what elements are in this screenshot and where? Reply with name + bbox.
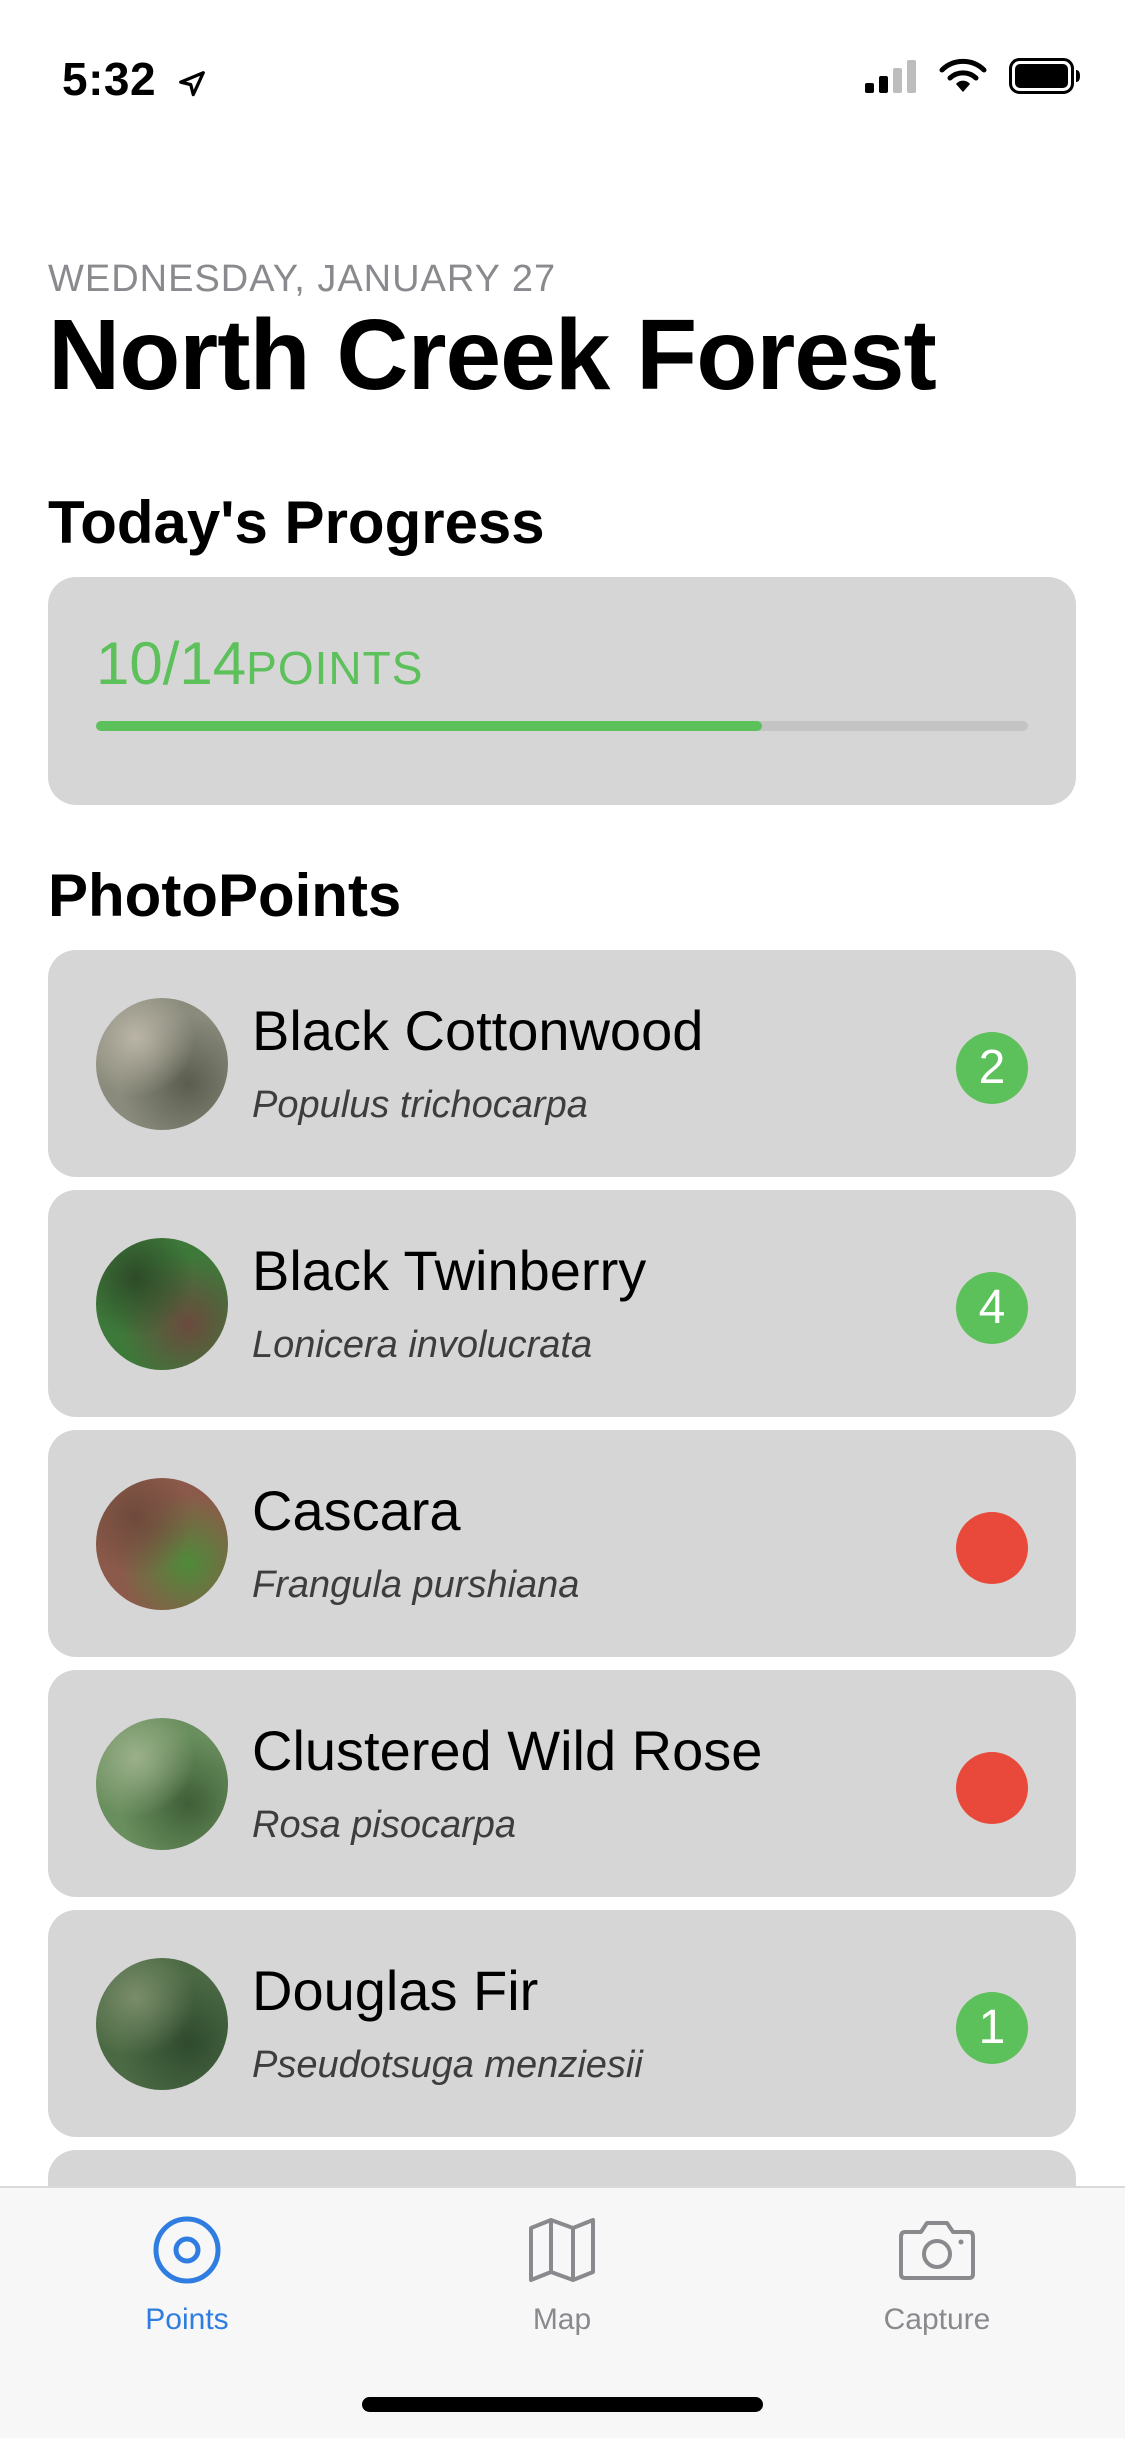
- progress-unit: POINTS: [246, 642, 424, 694]
- page-title: North Creek Forest: [48, 299, 937, 411]
- status-icons: [865, 58, 1081, 99]
- photopoint-thumbnail: [96, 1478, 228, 1610]
- progress-text: 10/14POINTS: [96, 629, 423, 698]
- tab-capture-label: Capture: [883, 2303, 991, 2336]
- photopoint-scientific-name: Pseudotsuga menziesii: [252, 2044, 643, 2086]
- photopoint-scientific-name: Lonicera involucrata: [252, 1324, 593, 1366]
- wifi-icon: [939, 58, 987, 99]
- battery-icon: [1009, 58, 1081, 99]
- progress-card: 10/14POINTS: [48, 577, 1076, 805]
- home-indicator[interactable]: [362, 2397, 763, 2412]
- status-time: 5:32: [62, 52, 207, 110]
- tab-points-label: Points: [145, 2303, 229, 2336]
- photopoint-status-badge: [956, 1512, 1028, 1584]
- photopoint-thumbnail: [96, 1718, 228, 1850]
- camera-icon: [837, 2214, 1037, 2291]
- location-arrow-icon: [177, 56, 207, 110]
- photopoint-card[interactable]: Cascara Frangula purshiana: [48, 1430, 1076, 1657]
- tab-map-label: Map: [532, 2303, 592, 2336]
- photopoint-common-name: Cascara: [252, 1479, 461, 1542]
- progress-bar-fill: [96, 721, 762, 731]
- progress-section-title: Today's Progress: [48, 489, 545, 556]
- tab-map[interactable]: Map: [462, 2214, 662, 2337]
- photopoints-section-title: PhotoPoints: [48, 862, 402, 929]
- photopoint-scientific-name: Frangula purshiana: [252, 1564, 580, 1606]
- photopoint-card[interactable]: Clustered Wild Rose Rosa pisocarpa: [48, 1670, 1076, 1897]
- photopoint-card[interactable]: Black Cottonwood Populus trichocarpa 2: [48, 950, 1076, 1177]
- target-circle-icon: [87, 2214, 287, 2291]
- photopoint-common-name: Douglas Fir: [252, 1959, 539, 2022]
- cellular-signal-icon: [865, 59, 917, 98]
- photopoint-scientific-name: Populus trichocarpa: [252, 1084, 588, 1126]
- photopoint-scientific-name: Rosa pisocarpa: [252, 1804, 517, 1846]
- photopoint-status-badge: 2: [956, 1032, 1028, 1104]
- photopoint-thumbnail: [96, 1238, 228, 1370]
- progress-bar: [96, 721, 1028, 731]
- tab-points[interactable]: Points: [87, 2214, 287, 2337]
- photopoint-status-badge: 1: [956, 1992, 1028, 2064]
- photopoints-list: Black Cottonwood Populus trichocarpa 2 Blac…: [48, 950, 1076, 2390]
- photopoint-status-badge: 4: [956, 1272, 1028, 1344]
- photopoint-common-name: Black Cottonwood: [252, 999, 704, 1062]
- photopoint-card[interactable]: Black Twinberry Lonicera involucrata 4: [48, 1190, 1076, 1417]
- photopoint-thumbnail: [96, 1958, 228, 2090]
- photopoint-thumbnail: [96, 998, 228, 1130]
- photopoint-common-name: Clustered Wild Rose: [252, 1719, 763, 1782]
- tab-capture[interactable]: Capture: [837, 2214, 1037, 2337]
- map-icon: [462, 2214, 662, 2291]
- date-label: WEDNESDAY, JANUARY 27: [48, 258, 557, 300]
- photopoint-status-badge: [956, 1752, 1028, 1824]
- status-bar: 5:32: [0, 0, 1125, 150]
- progress-count: 10/14: [96, 630, 247, 697]
- photopoint-common-name: Black Twinberry: [252, 1239, 647, 1302]
- photopoint-card[interactable]: Douglas Fir Pseudotsuga menziesii 1: [48, 1910, 1076, 2137]
- status-time-text: 5:32: [62, 53, 157, 105]
